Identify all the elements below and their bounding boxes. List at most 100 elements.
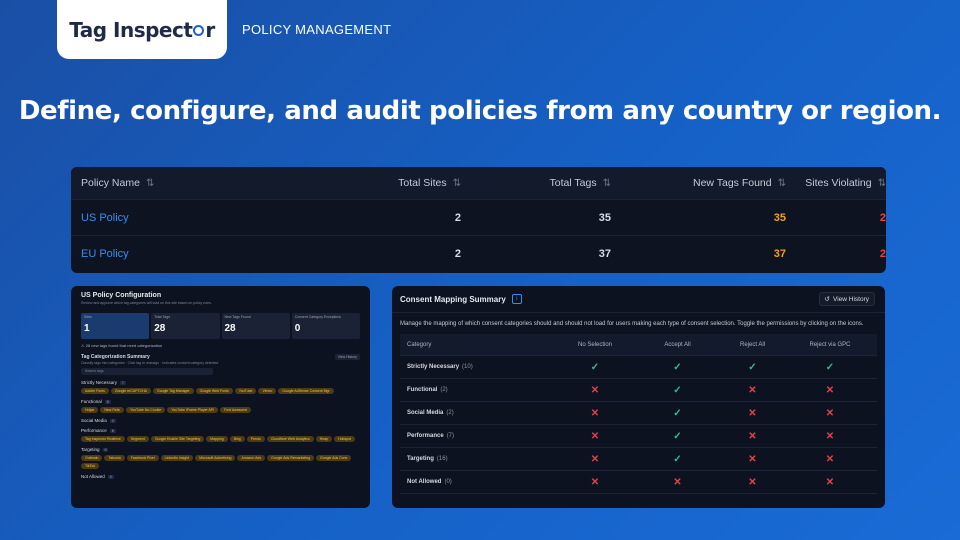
x-icon[interactable]: ✕ <box>748 385 756 396</box>
tag-chip[interactable]: Google AdSense Consent Mgr <box>278 388 334 394</box>
tag-chip[interactable]: New Relic <box>100 407 125 413</box>
tag-chip[interactable]: YouTube <box>234 388 257 394</box>
x-icon[interactable]: ✕ <box>826 431 834 442</box>
permission-cell[interactable]: ✕ <box>785 408 875 419</box>
tag-chip[interactable]: Amazon Ads <box>237 455 266 461</box>
check-icon[interactable]: ✓ <box>673 362 681 373</box>
tag-chip[interactable]: Google Enable Site Targeting <box>150 436 205 442</box>
tag-chip[interactable]: Cloudflare Web Analytics <box>266 436 314 442</box>
tag-chip[interactable]: Adobe Fonts <box>81 388 109 394</box>
col-sites-violating[interactable]: Sites Violating ⇅ <box>786 177 886 189</box>
stat-card[interactable]: Consent Category Exceptions 0 <box>291 313 360 339</box>
permission-cell[interactable]: ✕ <box>785 385 875 396</box>
sort-icon[interactable]: ⇅ <box>878 178 886 189</box>
tag-chip[interactable]: Bing <box>229 436 245 442</box>
check-icon[interactable]: ✓ <box>591 362 599 373</box>
check-icon[interactable]: ✓ <box>673 431 681 442</box>
permission-cell[interactable]: ✕ <box>785 454 875 465</box>
col-total-sites[interactable]: Total Sites ⇅ <box>266 177 461 189</box>
tag-chip[interactable]: Font Awesome <box>220 407 252 413</box>
stat-card[interactable]: Sites 1 <box>81 313 150 339</box>
tag-chip[interactable]: Google Web Fonts <box>195 388 233 394</box>
x-icon[interactable]: ✕ <box>673 477 681 488</box>
permission-cell[interactable]: ✕ <box>720 477 785 488</box>
tag-chip[interactable]: Google Ads Remarketing <box>267 455 315 461</box>
permission-cell[interactable]: ✕ <box>555 477 635 488</box>
tag-chip[interactable]: Segment <box>126 436 149 442</box>
tag-chip[interactable]: Vimeo <box>258 388 277 394</box>
permission-cell[interactable]: ✕ <box>635 477 720 488</box>
tag-chip[interactable]: Facebook Pixel <box>126 455 159 461</box>
tag-chip[interactable]: Taboola <box>104 455 125 461</box>
x-icon[interactable]: ✕ <box>748 408 756 419</box>
x-icon[interactable]: ✕ <box>826 408 834 419</box>
x-icon[interactable]: ✕ <box>826 477 834 488</box>
check-icon[interactable]: ✓ <box>673 385 681 396</box>
tag-chip[interactable]: LinkedIn Insight <box>160 455 194 461</box>
permission-cell[interactable]: ✕ <box>720 431 785 442</box>
permission-cell[interactable]: ✓ <box>785 362 875 373</box>
permission-cell[interactable]: ✓ <box>635 362 720 373</box>
sort-icon[interactable]: ⇅ <box>453 178 461 189</box>
tag-chip[interactable]: YouTube No Cookie <box>126 407 166 413</box>
policy-name-link[interactable]: EU Policy <box>71 248 266 260</box>
x-icon[interactable]: ✕ <box>591 431 599 442</box>
tag-chip[interactable]: Microsoft Advertising <box>195 455 236 461</box>
permission-cell[interactable]: ✓ <box>720 362 785 373</box>
x-icon[interactable]: ✕ <box>826 385 834 396</box>
permission-cell[interactable]: ✕ <box>720 385 785 396</box>
tag-chip[interactable]: Hotjar <box>81 407 99 413</box>
tag-chip[interactable]: Tag Inspector Realtime <box>81 436 125 442</box>
tag-chip[interactable]: Heap <box>315 436 333 442</box>
col-policy-name[interactable]: Policy Name ⇅ <box>71 177 266 189</box>
stat-card[interactable]: Total Tags 28 <box>151 313 220 339</box>
permission-cell[interactable]: ✕ <box>555 385 635 396</box>
x-icon[interactable]: ✕ <box>748 454 756 465</box>
table-row[interactable]: EU Policy 2 37 37 2 <box>71 236 886 272</box>
tag-chip[interactable]: Google Ads Conv <box>316 455 352 461</box>
permission-cell[interactable]: ✕ <box>555 408 635 419</box>
permission-cell[interactable]: ✓ <box>555 362 635 373</box>
tag-chip[interactable]: Hubspot <box>334 436 356 442</box>
view-history-button[interactable]: View History <box>334 354 360 360</box>
permission-cell[interactable]: ✕ <box>555 431 635 442</box>
permission-cell[interactable]: ✓ <box>635 454 720 465</box>
check-icon[interactable]: ✓ <box>673 408 681 419</box>
col-new-tags[interactable]: New Tags Found ⇅ <box>611 177 786 189</box>
check-icon[interactable]: ✓ <box>673 454 681 465</box>
x-icon[interactable]: ✕ <box>826 454 834 465</box>
tag-chip[interactable]: Pendo <box>246 436 265 442</box>
policy-name-link[interactable]: US Policy <box>71 212 266 224</box>
permission-cell[interactable]: ✕ <box>720 408 785 419</box>
permission-cell[interactable]: ✕ <box>785 477 875 488</box>
x-icon[interactable]: ✕ <box>748 477 756 488</box>
sort-icon[interactable]: ⇅ <box>778 178 786 189</box>
permission-cell[interactable]: ✕ <box>785 431 875 442</box>
stat-card[interactable]: New Tags Found 28 <box>221 313 290 339</box>
info-icon[interactable]: i <box>511 294 522 304</box>
check-icon[interactable]: ✓ <box>826 362 834 373</box>
tag-chip[interactable]: TikTok <box>81 463 99 469</box>
tag-chip[interactable]: Outbrain <box>81 455 103 461</box>
x-icon[interactable]: ✕ <box>591 385 599 396</box>
x-icon[interactable]: ✕ <box>591 454 599 465</box>
permission-cell[interactable]: ✕ <box>555 454 635 465</box>
permission-cell[interactable]: ✓ <box>635 385 720 396</box>
brand-logo[interactable]: Tag Inspect r <box>57 0 227 59</box>
tag-chip[interactable]: Mapping <box>206 436 228 442</box>
x-icon[interactable]: ✕ <box>748 431 756 442</box>
view-history-button[interactable]: ↺ View History <box>818 292 875 306</box>
x-icon[interactable]: ✕ <box>591 477 599 488</box>
tag-chip[interactable]: YouTube iFrame Player API <box>167 407 219 413</box>
check-icon[interactable]: ✓ <box>748 362 756 373</box>
tag-chip[interactable]: Google Tag Manager <box>152 388 194 394</box>
permission-cell[interactable]: ✕ <box>720 454 785 465</box>
sort-icon[interactable]: ⇅ <box>603 178 611 189</box>
col-total-tags[interactable]: Total Tags ⇅ <box>461 177 611 189</box>
table-row[interactable]: US Policy 2 35 35 2 <box>71 200 886 236</box>
permission-cell[interactable]: ✓ <box>635 431 720 442</box>
sort-icon[interactable]: ⇅ <box>146 178 154 189</box>
tag-chip[interactable]: Google reCAPTCHA <box>110 388 151 394</box>
search-input[interactable]: Search tags <box>81 368 213 375</box>
x-icon[interactable]: ✕ <box>591 408 599 419</box>
